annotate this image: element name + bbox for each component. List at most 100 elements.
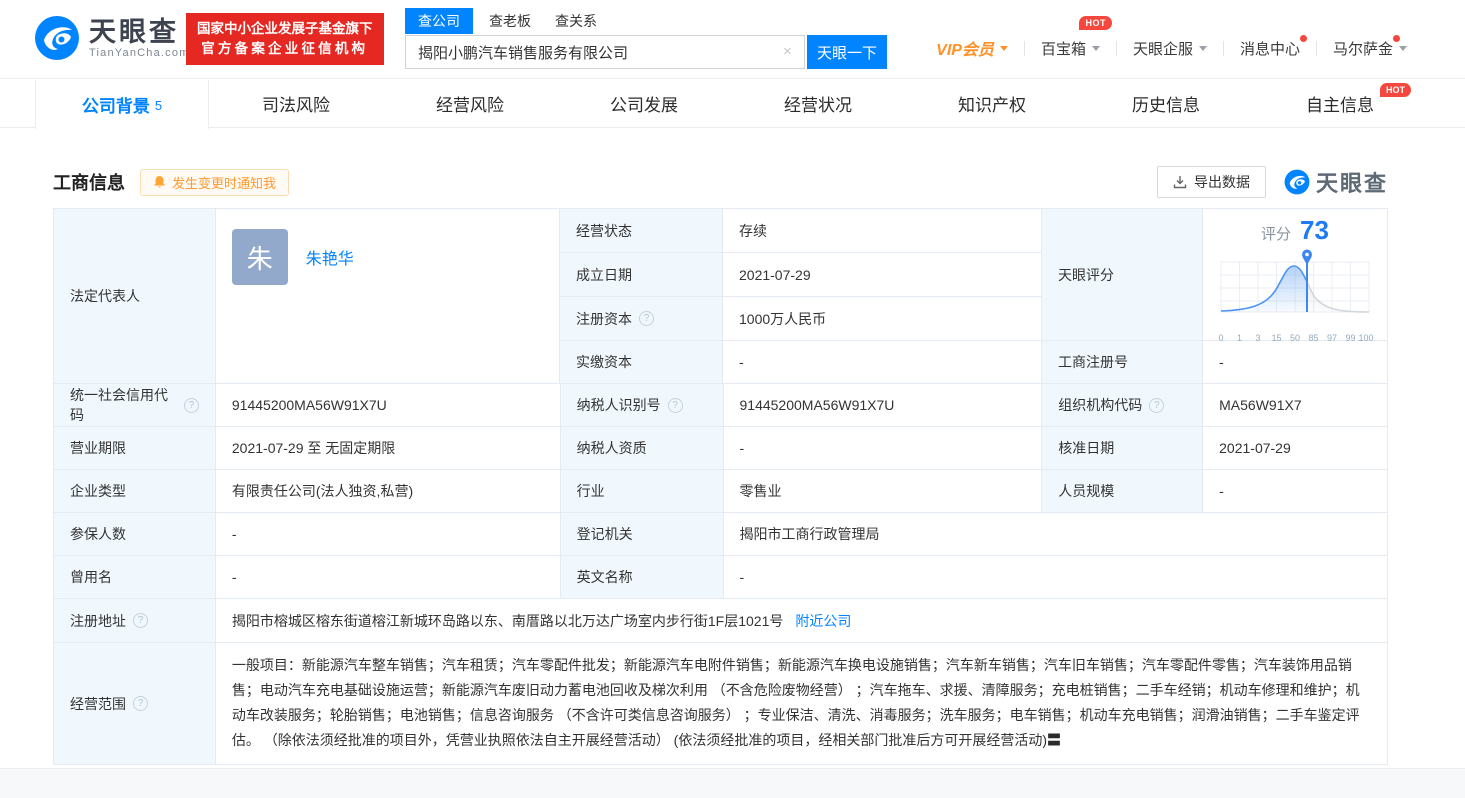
value-registration-number: -: [1203, 341, 1388, 384]
notification-dot: [1299, 34, 1307, 42]
value-text: 91445200MA56W91X7U: [231, 397, 387, 413]
tab-label: 自主信息: [1306, 96, 1374, 115]
notify-label: 发生变更时通知我: [172, 175, 277, 191]
search-input[interactable]: [405, 35, 805, 69]
value-text: -: [231, 526, 237, 542]
nav-messages[interactable]: 消息中心: [1239, 34, 1307, 59]
tick: 97: [1326, 333, 1338, 343]
tab-judicial-risk[interactable]: 司法风险: [209, 80, 383, 127]
nearby-companies-link[interactable]: 附近公司: [795, 611, 851, 631]
tab-intellectual-property[interactable]: 知识产权: [905, 80, 1079, 127]
chevron-down-icon: [1399, 45, 1407, 51]
label-text: 纳税人资质: [576, 440, 647, 456]
value-text: -: [1219, 354, 1224, 370]
score-value: 73: [1300, 215, 1329, 245]
value-registered-capital: 1000万人民币: [723, 297, 1042, 341]
help-icon[interactable]: ?: [183, 397, 199, 413]
avatar[interactable]: 朱: [231, 229, 288, 285]
tianyan-score-chart[interactable]: 评分 73 0 1 3 15 50 85 97 99 100: [1203, 209, 1388, 343]
bell-icon: [154, 176, 165, 188]
label-text: 企业类型: [70, 483, 126, 499]
legal-representative-link[interactable]: 朱艳华: [306, 245, 354, 269]
tab-company-background[interactable]: 公司背景 5: [35, 80, 209, 129]
tab-label: 知识产权: [958, 96, 1026, 115]
label-taxpayer-id: 纳税人识别号 ?: [560, 384, 724, 427]
value-former-name: -: [215, 556, 561, 599]
label-taxpayer-qualification: 纳税人资质: [560, 427, 724, 470]
label-text: 营业期限: [70, 440, 126, 456]
tick: 50: [1289, 333, 1301, 343]
help-icon[interactable]: ?: [667, 397, 683, 413]
label-registered-address: 注册地址 ?: [54, 599, 216, 643]
nav-vip[interactable]: VIP会员: [936, 36, 1008, 60]
label-established-date: 成立日期: [560, 253, 723, 297]
search-area: 查公司 查老板 查关系 × 天眼一下: [405, 8, 887, 69]
value-registered-address: 揭阳市榕城区榕东街道榕江新城环岛路以东、南厝路以北万达广场室内步行街1F层102…: [215, 599, 1388, 643]
nav-qifu[interactable]: 天眼企服: [1133, 38, 1207, 59]
nav-toolbox[interactable]: HOT 百宝箱: [1041, 15, 1112, 59]
label-text: 核准日期: [1058, 440, 1115, 456]
value-text: 2021-07-29 至 无固定期限: [231, 440, 396, 456]
value-text: 1000万人民币: [739, 310, 827, 327]
label-text: 法定代表人: [70, 288, 140, 304]
watermark-text: 天眼查: [1315, 171, 1388, 196]
search-tab-relation[interactable]: 查关系: [555, 8, 597, 34]
value-taxpayer-id: 91445200MA56W91X7U: [723, 384, 1043, 427]
label-paid-in-capital: 实缴资本: [560, 341, 723, 384]
tianyancha-logo-icon: [1284, 169, 1310, 195]
label-text: 实缴资本: [576, 354, 632, 370]
export-data-button[interactable]: 导出数据: [1156, 166, 1266, 198]
tab-label: 历史信息: [1132, 96, 1200, 115]
value-established-date: 2021-07-29: [723, 253, 1042, 297]
tab-operating-status[interactable]: 经营状况: [731, 80, 905, 127]
tick: 0: [1218, 333, 1224, 343]
help-icon[interactable]: ?: [1149, 397, 1165, 413]
brand-logo[interactable]: 天眼查 TianYanCha.com: [34, 15, 190, 61]
value-text: 存续: [739, 222, 767, 239]
search-tab-company[interactable]: 查公司: [405, 8, 473, 34]
chevron-down-icon: [1091, 45, 1100, 51]
value-text: 有限责任公司(法人独资,私营): [231, 483, 414, 499]
tab-label: 经营状况: [784, 96, 852, 115]
search-tab-boss[interactable]: 查老板: [489, 8, 531, 34]
section-header: 工商信息 发生变更时通知我 导出数据 天眼查: [53, 164, 1388, 200]
qifu-label: 天眼企服: [1132, 40, 1193, 58]
clear-icon[interactable]: ×: [783, 44, 792, 60]
tab-self-info[interactable]: 自主信息 HOT: [1253, 80, 1427, 127]
label-former-name: 曾用名: [54, 556, 216, 599]
messages-label: 消息中心: [1239, 40, 1300, 58]
tick: 99: [1345, 333, 1356, 343]
help-icon[interactable]: ?: [133, 613, 148, 628]
label-text: 纳税人识别号: [576, 397, 661, 413]
tab-count: 5: [154, 98, 163, 113]
value-legal-representative: 朱 朱艳华: [215, 209, 560, 384]
notify-on-change-button[interactable]: 发生变更时通知我: [140, 168, 290, 196]
label-industry: 行业: [560, 470, 724, 513]
value-text: -: [231, 569, 237, 585]
business-info-table: 法定代表人 朱 朱艳华 经营状态 存续 成立日期 2021-07-29 注册资本…: [53, 208, 1388, 765]
badge-line2: 官方备案企业征信机构: [201, 41, 369, 56]
export-label: 导出数据: [1193, 174, 1250, 190]
label-registration-number: 工商注册号: [1042, 341, 1203, 384]
divider: [1115, 40, 1117, 56]
label-text: 登记机关: [576, 526, 633, 542]
label-unified-credit-code: 统一社会信用代码 ?: [54, 384, 216, 427]
help-icon[interactable]: ?: [639, 311, 654, 326]
label-text: 统一社会信用代码: [70, 387, 168, 423]
nav-user[interactable]: 马尔萨金: [1332, 34, 1407, 59]
search-button[interactable]: 天眼一下: [807, 35, 887, 69]
tab-operation-risk[interactable]: 经营风险: [383, 80, 557, 127]
value-english-name: -: [723, 556, 1388, 599]
tab-history-info[interactable]: 历史信息: [1079, 80, 1253, 127]
value-industry: 零售业: [723, 470, 1043, 513]
value-text: -: [739, 440, 745, 456]
collapse-icon[interactable]: 〓: [1047, 732, 1061, 748]
help-icon[interactable]: ?: [133, 696, 148, 711]
value-insured-count: -: [215, 513, 561, 556]
divider: [1222, 40, 1224, 56]
score-axis-ticks: 0 1 3 15 50 85 97 99 100: [1213, 333, 1377, 345]
value-text: -: [739, 354, 744, 370]
score-word: 评分: [1261, 226, 1292, 243]
tab-company-development[interactable]: 公司发展: [557, 80, 731, 127]
username: 马尔萨金: [1332, 40, 1393, 58]
